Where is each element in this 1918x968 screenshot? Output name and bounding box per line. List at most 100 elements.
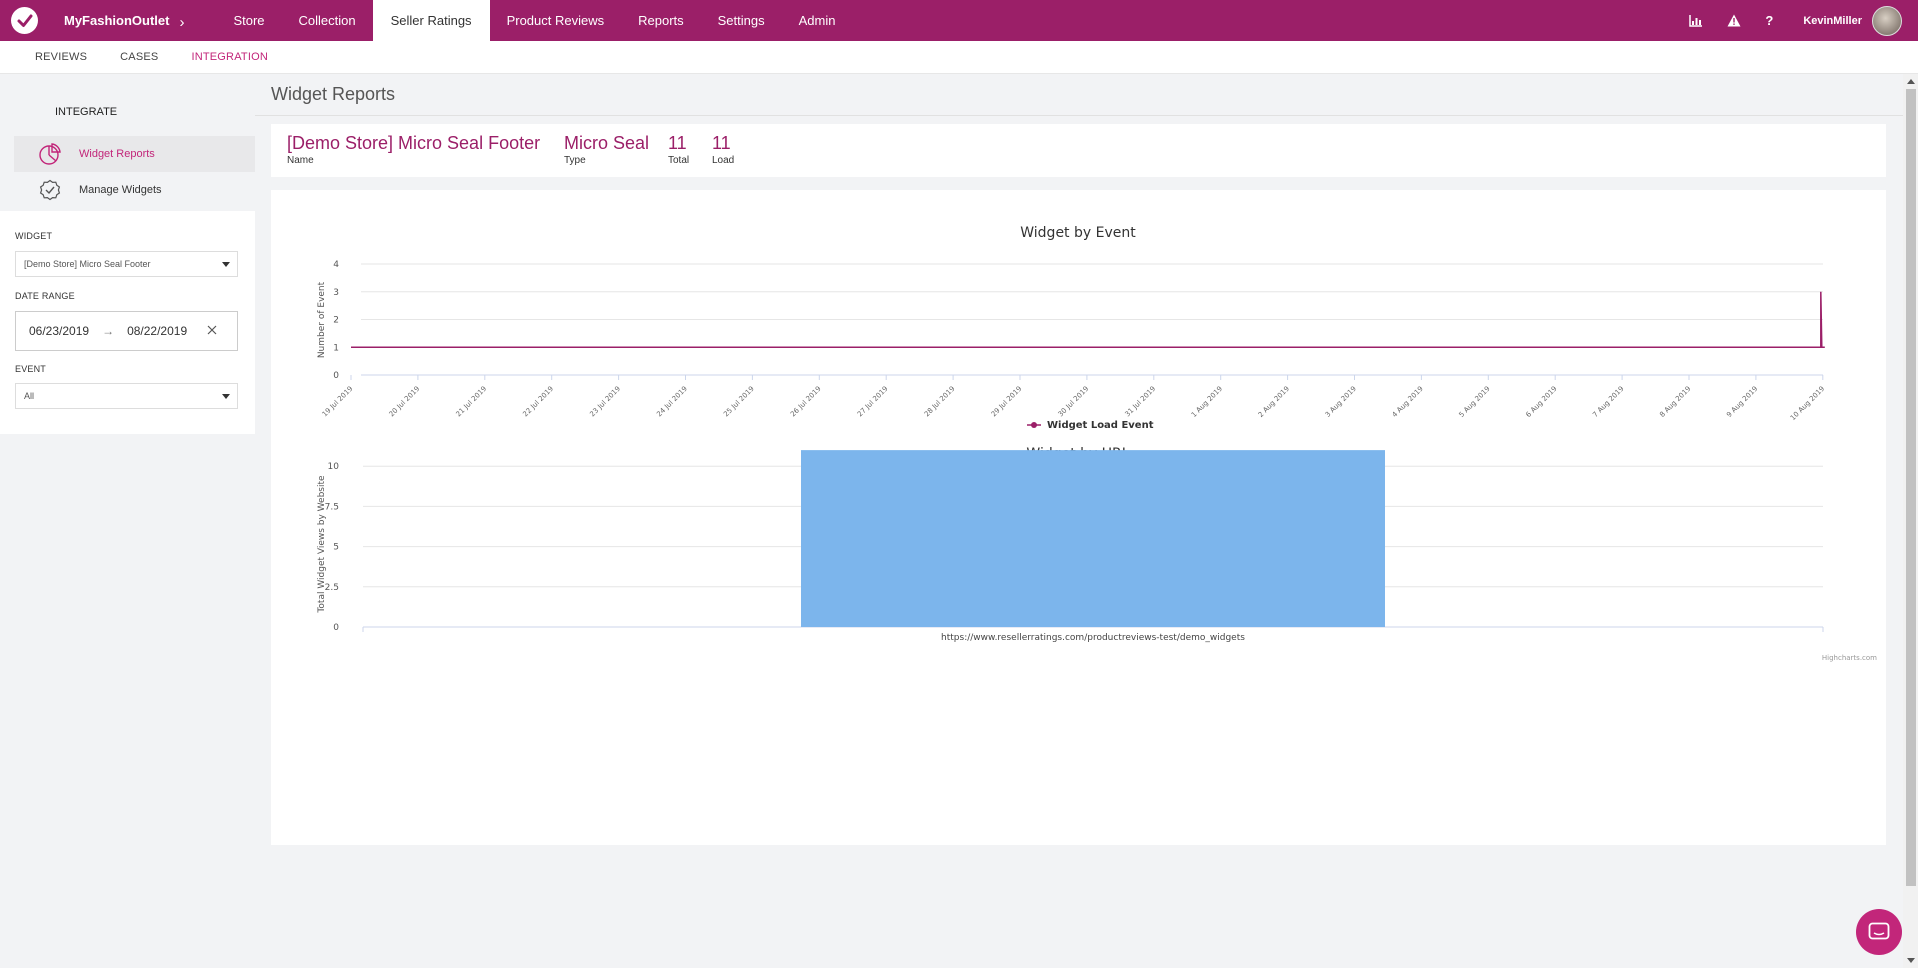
widget-select-value: [Demo Store] Micro Seal Footer [24, 259, 151, 269]
summary-name-label: Name [287, 155, 314, 166]
summary-load-value: 11 [712, 133, 731, 153]
y-tick-label: 2 [333, 316, 339, 326]
y-axis-title: Total Widget Views by Website [317, 475, 327, 614]
summary-load: 11 Load [712, 133, 734, 166]
x-tick-label: 6 Aug 2019 [1524, 385, 1558, 419]
summary-load-label: Load [712, 155, 735, 166]
tab-reviews[interactable]: REVIEWS [35, 51, 87, 63]
summary-name: [Demo Store] Micro Seal Footer Name [287, 133, 540, 166]
caret-down-icon [222, 262, 230, 267]
sidebar-item-widget-reports[interactable]: Widget Reports [14, 136, 255, 172]
nav-store[interactable]: Store [216, 0, 281, 41]
x-tick-label: 29 Jul 2019 [990, 385, 1024, 419]
x-tick-label: 21 Jul 2019 [455, 385, 489, 419]
chevron-right-icon[interactable]: › [179, 14, 184, 31]
tab-integration[interactable]: INTEGRATION [191, 51, 268, 63]
scroll-thumb[interactable] [1906, 89, 1916, 886]
widget-select[interactable]: [Demo Store] Micro Seal Footer [15, 251, 238, 277]
nav-seller-ratings[interactable]: Seller Ratings [372, 0, 490, 41]
summary-type-label: Type [564, 155, 586, 166]
divider [255, 115, 1903, 116]
summary-type-value: Micro Seal [564, 133, 650, 153]
nav-product-reviews[interactable]: Product Reviews [490, 0, 622, 41]
x-tick-label: 4 Aug 2019 [1391, 385, 1425, 419]
tab-cases[interactable]: CASES [120, 51, 158, 63]
caret-down-icon [222, 394, 230, 399]
summary-name-value: [Demo Store] Micro Seal Footer [287, 133, 541, 153]
x-tick-label: 1 Aug 2019 [1190, 385, 1224, 419]
x-tick-label: https://www.resellerratings.com/productr… [941, 633, 1245, 643]
y-tick-label: 0 [333, 623, 339, 633]
widget-by-url-chart: Widget by URL02.557.51012.5Total Widget … [317, 440, 1877, 662]
date-range-label: DATE RANGE [15, 291, 75, 301]
summary-total-label: Total [668, 155, 690, 166]
x-tick-label: 2 Aug 2019 [1257, 385, 1291, 419]
nav-reports[interactable]: Reports [621, 0, 701, 41]
chart-credit: Highcharts.com [1822, 654, 1877, 662]
page-title: Widget Reports [271, 84, 396, 104]
chat-icon [1868, 922, 1890, 940]
y-tick-label: 4 [333, 260, 339, 270]
event-select-value: All [24, 391, 35, 401]
date-range-picker[interactable]: 06/23/2019 → 08/22/2019 [15, 311, 238, 351]
x-tick-label: 30 Jul 2019 [1057, 385, 1091, 419]
x-tick-label: 25 Jul 2019 [722, 385, 756, 419]
check-badge-icon [37, 177, 63, 203]
page-scrollbar[interactable] [1903, 74, 1918, 968]
store-name[interactable]: MyFashionOutlet [64, 13, 169, 28]
summary-total: 11 Total [668, 133, 689, 166]
x-tick-label: 28 Jul 2019 [923, 385, 957, 419]
x-tick-label: 5 Aug 2019 [1457, 385, 1491, 419]
x-tick-label: 8 Aug 2019 [1658, 385, 1692, 419]
bar-chart-icon[interactable] [1689, 14, 1703, 27]
y-tick-label: 5 [333, 543, 339, 553]
event-select[interactable]: All [15, 383, 238, 409]
scroll-up-icon[interactable] [1907, 79, 1915, 84]
help-icon[interactable]: ? [1765, 13, 1773, 28]
widget-summary: [Demo Store] Micro Seal Footer Name Micr… [271, 124, 1886, 177]
nav-admin[interactable]: Admin [782, 0, 853, 41]
x-tick-label: 22 Jul 2019 [521, 385, 555, 419]
date-to[interactable]: 08/22/2019 [127, 324, 187, 338]
legend-label: Widget Load Event [1047, 420, 1154, 431]
sidebar: INTEGRATE Widget Reports Manage Widgets … [0, 74, 255, 434]
date-from[interactable]: 06/23/2019 [29, 324, 89, 338]
x-tick-label: 10 Aug 2019 [1789, 385, 1826, 422]
sidebar-item-label: Widget Reports [79, 148, 155, 160]
x-tick-label: 7 Aug 2019 [1591, 385, 1625, 419]
top-right-tools: ? KevinMiller [1665, 0, 1902, 41]
avatar[interactable] [1872, 5, 1902, 36]
summary-type: Micro Seal Type [564, 133, 649, 166]
sidebar-heading: INTEGRATE [55, 106, 118, 118]
nav-collection[interactable]: Collection [282, 0, 373, 41]
x-tick-label: 24 Jul 2019 [655, 385, 689, 419]
widget-label: WIDGET [15, 231, 53, 241]
bar [801, 450, 1385, 627]
event-label: EVENT [15, 364, 47, 374]
summary-total-value: 11 [668, 133, 687, 153]
x-tick-label: 9 Aug 2019 [1725, 385, 1759, 419]
clear-date-icon[interactable] [207, 324, 217, 338]
x-tick-label: 23 Jul 2019 [588, 385, 622, 419]
user-name[interactable]: KevinMiller [1803, 15, 1862, 27]
scroll-down-icon[interactable] [1907, 958, 1915, 963]
pie-chart-icon [37, 141, 63, 167]
data-label: 11 [1086, 440, 1100, 443]
x-tick-label: 19 Jul 2019 [321, 385, 355, 419]
y-tick-label: 0 [333, 371, 339, 381]
arrow-right-icon: → [102, 324, 115, 338]
chart-title: Widget by Event [1020, 225, 1136, 241]
x-tick-label: 3 Aug 2019 [1324, 385, 1358, 419]
app-logo-icon[interactable] [11, 7, 38, 34]
legend-marker [1031, 422, 1037, 428]
x-tick-label: 20 Jul 2019 [388, 385, 422, 419]
warning-icon[interactable] [1727, 14, 1741, 27]
charts-panel: Widget by Event 0 1 2 3 4 Number of Event 19 Ju… [271, 190, 1886, 845]
sidebar-item-manage-widgets[interactable]: Manage Widgets [14, 172, 255, 208]
nav-settings[interactable]: Settings [701, 0, 782, 41]
sidebar-menu: INTEGRATE Widget Reports Manage Widgets [0, 74, 255, 211]
y-tick-label: 1 [333, 343, 339, 353]
chat-button[interactable] [1856, 909, 1902, 955]
x-tick-label: 26 Jul 2019 [789, 385, 823, 419]
sidebar-item-label: Manage Widgets [79, 184, 162, 196]
